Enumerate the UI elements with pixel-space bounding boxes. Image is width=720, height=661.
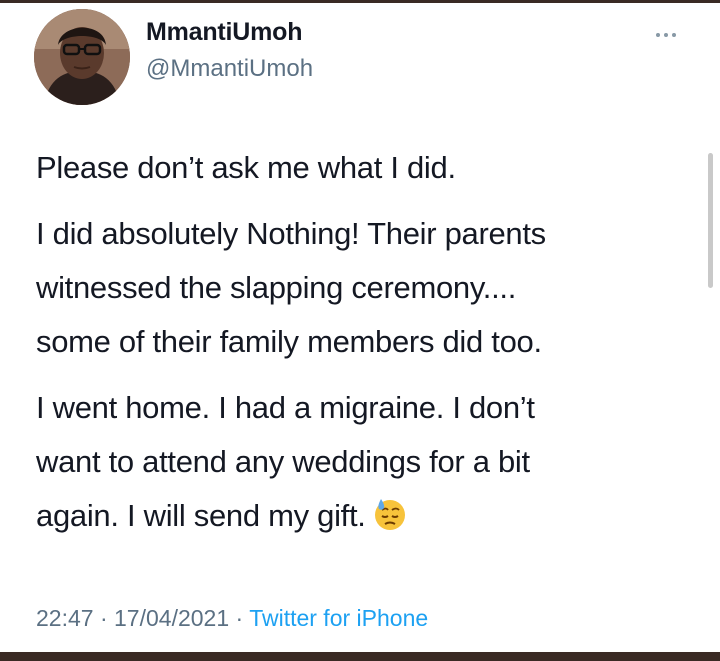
scrollbar-thumb[interactable] <box>708 153 713 288</box>
profile-photo-icon <box>34 9 130 105</box>
tweet-time[interactable]: 22:47 <box>36 605 94 631</box>
meta-separator: · <box>235 605 244 631</box>
downcast-face-with-sweat-emoji-icon <box>374 499 405 530</box>
bottom-frame-strip <box>0 652 720 661</box>
tweet-line: witnessed the slapping ceremony.... <box>36 270 517 305</box>
tweet-source-link[interactable]: Twitter for iPhone <box>249 605 428 631</box>
handle[interactable]: @MmantiUmoh <box>146 55 313 83</box>
display-name[interactable]: MmantiUmoh <box>146 18 303 47</box>
tweet-text: Please don’t ask me what I did. I did ab… <box>36 141 696 555</box>
more-horizontal-icon <box>656 33 660 37</box>
avatar[interactable] <box>34 9 130 105</box>
tweet-paragraph: I did absolutely Nothing! Their parents … <box>36 207 696 369</box>
more-horizontal-icon <box>664 33 668 37</box>
tweet-card: MmantiUmoh @MmantiUmoh Please don’t ask … <box>0 3 720 652</box>
tweet-line: I did absolutely Nothing! Their parents <box>36 216 546 251</box>
more-options-button[interactable] <box>650 23 686 47</box>
tweet-paragraph: I went home. I had a migraine. I don’t w… <box>36 381 696 543</box>
tweet-line: Please don’t ask me what I did. <box>36 150 456 185</box>
meta-separator: · <box>99 605 108 631</box>
more-horizontal-icon <box>672 33 676 37</box>
tweet-metadata: 22:47 · 17/04/2021 · Twitter for iPhone <box>36 605 428 632</box>
tweet-date[interactable]: 17/04/2021 <box>114 605 229 631</box>
tweet-paragraph: Please don’t ask me what I did. <box>36 141 696 195</box>
tweet-line: again. I will send my gift. <box>36 498 366 533</box>
tweet-line: some of their family members did too. <box>36 324 542 359</box>
tweet-line: I went home. I had a migraine. I don’t <box>36 390 535 425</box>
tweet-line: want to attend any weddings for a bit <box>36 444 530 479</box>
